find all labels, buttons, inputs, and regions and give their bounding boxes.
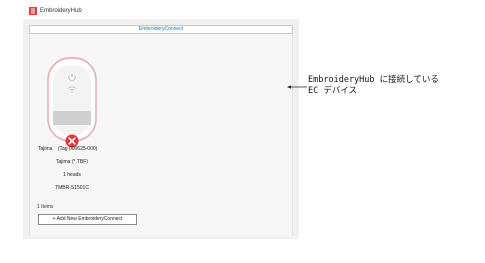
device-tag: (Tag 000625-000) [57,146,98,152]
embroideryhub-window: EmbroideryHub EmbroideryConnect Tajima (… [23,3,299,239]
device-panel: Tajima (Tag 000625-000) Tajima (*.TBF) 1… [29,34,293,236]
callout-line-2: EC デバイス [308,86,358,96]
title-bar: EmbroideryHub [23,3,299,19]
app-title: EmbroideryHub [40,8,82,14]
ec-device-card[interactable] [47,57,97,150]
embroidery-hub-logo-icon [29,7,37,15]
callout-annotation: EmbroideryHub に接続している EC デバイス [308,75,478,97]
device-format: Tajima (*.TBF) [56,159,88,165]
device-name: Tajima [38,146,53,152]
device-info: Tajima (Tag 000625-000) Tajima (*.TBF) 1… [38,143,158,195]
callout-arrow [287,85,307,89]
add-embroideryconnect-button[interactable]: + Add New EmbroideryConnect [38,214,137,225]
device-name-line: Tajima (Tag 000625-000) [38,143,158,156]
items-count: 1 Items [37,204,54,210]
tab-label: EmbroideryConnect [138,26,184,32]
callout-line-1: EmbroideryHub に接続している [308,75,439,85]
device-heads: 1 heads [63,172,81,178]
device-model: TMBR-S1501C [55,185,89,191]
tab-embroideryconnect[interactable]: EmbroideryConnect [29,25,293,34]
